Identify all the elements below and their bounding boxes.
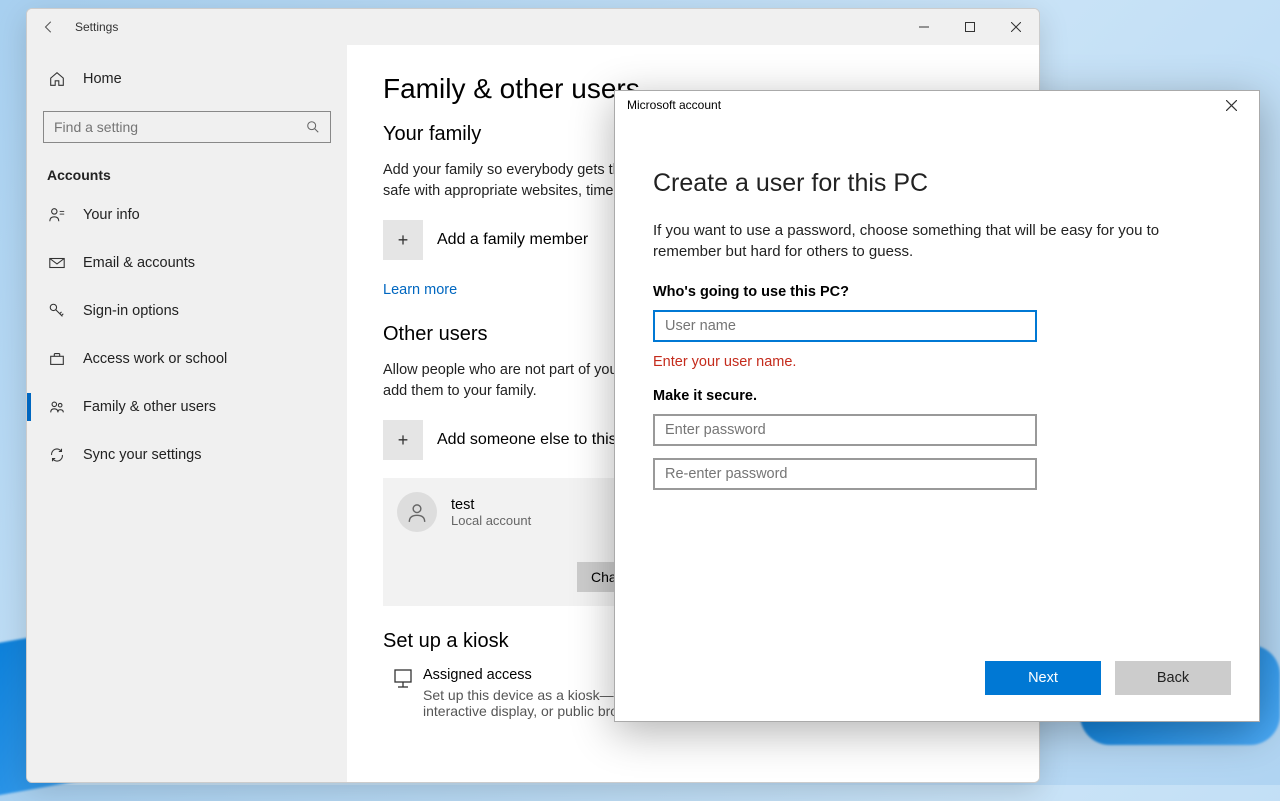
home-icon [47,69,67,89]
password-input[interactable] [653,414,1037,446]
sidebar-item-work-school[interactable]: Access work or school [27,335,347,383]
dialog-footer: Next Back [615,643,1259,721]
sidebar-item-label: Access work or school [83,351,227,367]
username-label: Who's going to use this PC? [653,284,1221,300]
search-input[interactable] [54,119,320,135]
create-user-dialog: Microsoft account Create a user for this… [614,90,1260,722]
key-icon [47,301,67,321]
sidebar-item-email[interactable]: Email & accounts [27,239,347,287]
people-icon [47,397,67,417]
add-other-label: Add someone else to this PC [437,431,643,449]
sidebar-item-label: Family & other users [83,399,216,415]
sidebar-item-label: Your info [83,207,140,223]
sidebar-item-your-info[interactable]: Your info [27,191,347,239]
person-icon [47,205,67,225]
avatar [397,492,437,532]
user-subtitle: Local account [451,513,531,528]
back-button[interactable] [27,9,71,45]
next-button[interactable]: Next [985,661,1101,695]
briefcase-icon [47,349,67,369]
close-button[interactable] [993,9,1039,45]
add-family-label: Add a family member [437,231,588,249]
plus-icon: + [383,420,423,460]
window-title: Settings [75,20,118,34]
user-name: test [451,497,531,513]
dialog-heading: Create a user for this PC [653,169,1221,198]
username-input[interactable] [653,310,1037,342]
search-icon [306,120,320,134]
minimize-button[interactable] [901,9,947,45]
dialog-close-button[interactable] [1215,91,1247,119]
search-box[interactable] [43,111,331,143]
titlebar: Settings [27,9,1039,45]
sync-icon [47,445,67,465]
dialog-description: If you want to use a password, choose so… [653,220,1221,262]
maximize-button[interactable] [947,9,993,45]
window-controls [901,9,1039,45]
sidebar-item-label: Home [83,71,122,87]
sidebar-item-label: Sync your settings [83,447,201,463]
sidebar-item-family[interactable]: Family & other users [27,383,347,431]
sidebar: Home Accounts Your info [27,45,347,782]
username-error: Enter your user name. [653,354,1221,370]
kiosk-icon [383,667,423,719]
sidebar-item-label: Sign-in options [83,303,179,319]
dialog-title: Microsoft account [627,98,721,112]
sidebar-section-label: Accounts [27,155,347,191]
sidebar-item-label: Email & accounts [83,255,195,271]
dialog-titlebar: Microsoft account [615,91,1259,119]
learn-more-link[interactable]: Learn more [383,282,457,298]
dialog-body: Create a user for this PC If you want to… [615,119,1259,643]
sidebar-item-signin[interactable]: Sign-in options [27,287,347,335]
password-label: Make it secure. [653,388,1221,404]
sidebar-item-home[interactable]: Home [27,55,347,103]
sidebar-item-sync[interactable]: Sync your settings [27,431,347,479]
back-button[interactable]: Back [1115,661,1231,695]
password-confirm-input[interactable] [653,458,1037,490]
mail-icon [47,253,67,273]
plus-icon: + [383,220,423,260]
